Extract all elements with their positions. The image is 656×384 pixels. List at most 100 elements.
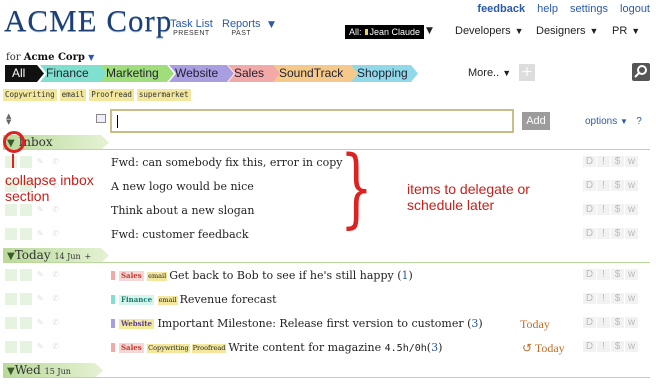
- nav-dropdown-caret-icon[interactable]: ▼: [268, 20, 275, 30]
- project-label[interactable]: Website: [119, 319, 154, 329]
- tag-chip[interactable]: email: [157, 296, 178, 305]
- done-checkbox[interactable]: [5, 204, 17, 216]
- tab-all[interactable]: All: [5, 65, 44, 82]
- done-checkbox[interactable]: [5, 341, 17, 353]
- add-task-button[interactable]: Add: [522, 112, 550, 130]
- help-link[interactable]: help: [537, 3, 558, 15]
- row-tools-icon[interactable]: ✎ ✆: [37, 342, 62, 351]
- project-label[interactable]: Finance: [119, 295, 155, 305]
- task-actions[interactable]: D! $ w: [583, 180, 639, 191]
- feedback-link[interactable]: feedback: [477, 3, 525, 15]
- section-wed[interactable]: ▼Wed 15 Jun: [3, 363, 103, 378]
- row-tools-icon[interactable]: ✎ ✆: [37, 157, 62, 166]
- user-caret-icon[interactable]: ▼: [426, 26, 433, 36]
- done-checkbox[interactable]: [5, 269, 17, 281]
- edit-checkbox[interactable]: [20, 204, 32, 216]
- org-selector[interactable]: for Acme Corp ▼: [6, 52, 94, 63]
- search-icon: [634, 65, 647, 78]
- calendar-icon[interactable]: [96, 114, 106, 123]
- row-tools-icon[interactable]: ✎ ✆: [37, 205, 62, 214]
- edit-checkbox[interactable]: [20, 156, 32, 168]
- new-task-input[interactable]: [110, 109, 514, 133]
- due-date-recurring[interactable]: ↺ Today: [522, 341, 565, 356]
- tag-chip[interactable]: Proofread: [191, 344, 227, 353]
- settings-link[interactable]: settings: [570, 3, 608, 15]
- task-text[interactable]: Fwd: customer feedback: [111, 228, 248, 241]
- inbox-row[interactable]: ✎ ✆ Fwd: customer feedback D! $ w: [0, 224, 656, 248]
- task-text[interactable]: Fwd: can somebody fix this, error in cop…: [111, 156, 342, 169]
- sort-icon[interactable]: ▲ ▼: [6, 113, 11, 126]
- task-actions[interactable]: D! $ w: [583, 341, 639, 352]
- section-divider: [3, 262, 650, 263]
- section-divider: [3, 377, 650, 378]
- tag-proofread[interactable]: Proofread: [89, 89, 134, 101]
- nav-reports[interactable]: Reports PAST: [222, 19, 261, 39]
- tag-copywriting[interactable]: Copywriting: [3, 89, 57, 101]
- search-button[interactable]: [632, 63, 650, 81]
- done-checkbox[interactable]: [5, 293, 17, 305]
- tag-chip[interactable]: email: [147, 272, 168, 281]
- edit-checkbox[interactable]: [20, 341, 32, 353]
- user-selector[interactable]: All: Jean Claude: [345, 25, 425, 39]
- tab-shopping[interactable]: Shopping: [351, 65, 418, 82]
- menu-designers[interactable]: Designers ▼: [536, 25, 598, 37]
- collapse-arrow-icon[interactable]: ▼: [7, 251, 15, 262]
- options-dropdown[interactable]: options ▼ ?: [585, 116, 642, 127]
- project-label[interactable]: Sales: [119, 271, 144, 281]
- tab-sales[interactable]: Sales: [228, 65, 281, 82]
- menu-pr[interactable]: PR ▼: [612, 25, 640, 37]
- help-icon[interactable]: ?: [636, 116, 642, 127]
- annotation-brace: }: [340, 138, 373, 238]
- row-tools-icon[interactable]: ✎ ✆: [37, 270, 62, 279]
- task-text[interactable]: Get back to Bob to see if he's still hap…: [169, 269, 394, 282]
- edit-checkbox[interactable]: [20, 293, 32, 305]
- done-checkbox[interactable]: [5, 156, 17, 168]
- tab-website[interactable]: Website: [169, 65, 234, 82]
- task-text[interactable]: Think about a new slogan: [111, 204, 254, 217]
- row-tools-icon[interactable]: ✎ ✆: [37, 318, 62, 327]
- tab-soundtrack[interactable]: SoundTrack: [273, 65, 360, 82]
- due-date[interactable]: Today: [520, 317, 550, 332]
- note-count[interactable]: 3: [471, 317, 478, 330]
- today-row[interactable]: ✎ ✆ Finance email Revenue forecast D! $ w: [0, 289, 656, 313]
- tag-list: Copywriting email Proofread supermarket: [3, 87, 194, 101]
- tab-marketing[interactable]: Marketing: [100, 65, 174, 82]
- task-actions[interactable]: D! $ w: [583, 293, 639, 304]
- done-checkbox[interactable]: [5, 228, 17, 240]
- row-tools-icon[interactable]: ✎ ✆: [37, 294, 62, 303]
- add-to-day-button[interactable]: +: [85, 252, 92, 261]
- today-row[interactable]: ✎ ✆ Sales Copywriting Proofread Write cont…: [0, 337, 656, 361]
- note-count[interactable]: 3: [431, 341, 438, 354]
- task-actions[interactable]: D! $ w: [583, 269, 639, 280]
- task-text[interactable]: Revenue forecast: [180, 293, 277, 306]
- project-label[interactable]: Sales: [119, 343, 144, 353]
- add-project-button[interactable]: +: [519, 64, 535, 81]
- task-actions[interactable]: D! $ w: [583, 204, 639, 215]
- tab-finance[interactable]: Finance: [40, 65, 107, 82]
- tag-email[interactable]: email: [59, 89, 87, 101]
- collapse-arrow-icon[interactable]: ▼: [7, 366, 15, 377]
- task-text[interactable]: A new logo would be nice: [111, 180, 254, 193]
- tag-supermarket[interactable]: supermarket: [136, 89, 191, 101]
- tag-chip[interactable]: Copywriting: [147, 344, 190, 353]
- edit-checkbox[interactable]: [20, 228, 32, 240]
- section-today[interactable]: ▼Today 14 Jun +: [3, 248, 109, 263]
- project-swatch: [111, 295, 115, 304]
- nav-task-list[interactable]: Task List PRESENT: [170, 19, 213, 39]
- note-count[interactable]: 1: [402, 269, 409, 282]
- done-checkbox[interactable]: [5, 317, 17, 329]
- menu-developers[interactable]: Developers ▼: [455, 25, 524, 37]
- task-actions[interactable]: D! $ w: [583, 156, 639, 167]
- edit-checkbox[interactable]: [20, 269, 32, 281]
- task-text[interactable]: Important Milestone: Release first versi…: [157, 317, 463, 330]
- task-actions[interactable]: D! $ w: [583, 317, 639, 328]
- task-text[interactable]: Write content for magazine: [228, 341, 381, 354]
- task-actions[interactable]: D! $ w: [583, 228, 639, 239]
- edit-checkbox[interactable]: [20, 317, 32, 329]
- row-tools-icon[interactable]: ✎ ✆: [37, 229, 62, 238]
- today-row[interactable]: ✎ ✆ Website Important Milestone: Release…: [0, 313, 656, 337]
- logout-link[interactable]: logout: [620, 3, 650, 15]
- today-row[interactable]: ✎ ✆ Sales email Get back to Bob to see if…: [0, 265, 656, 289]
- logo[interactable]: ACME Corp: [4, 3, 172, 39]
- more-tabs-dropdown[interactable]: More.. ▼: [468, 67, 511, 79]
